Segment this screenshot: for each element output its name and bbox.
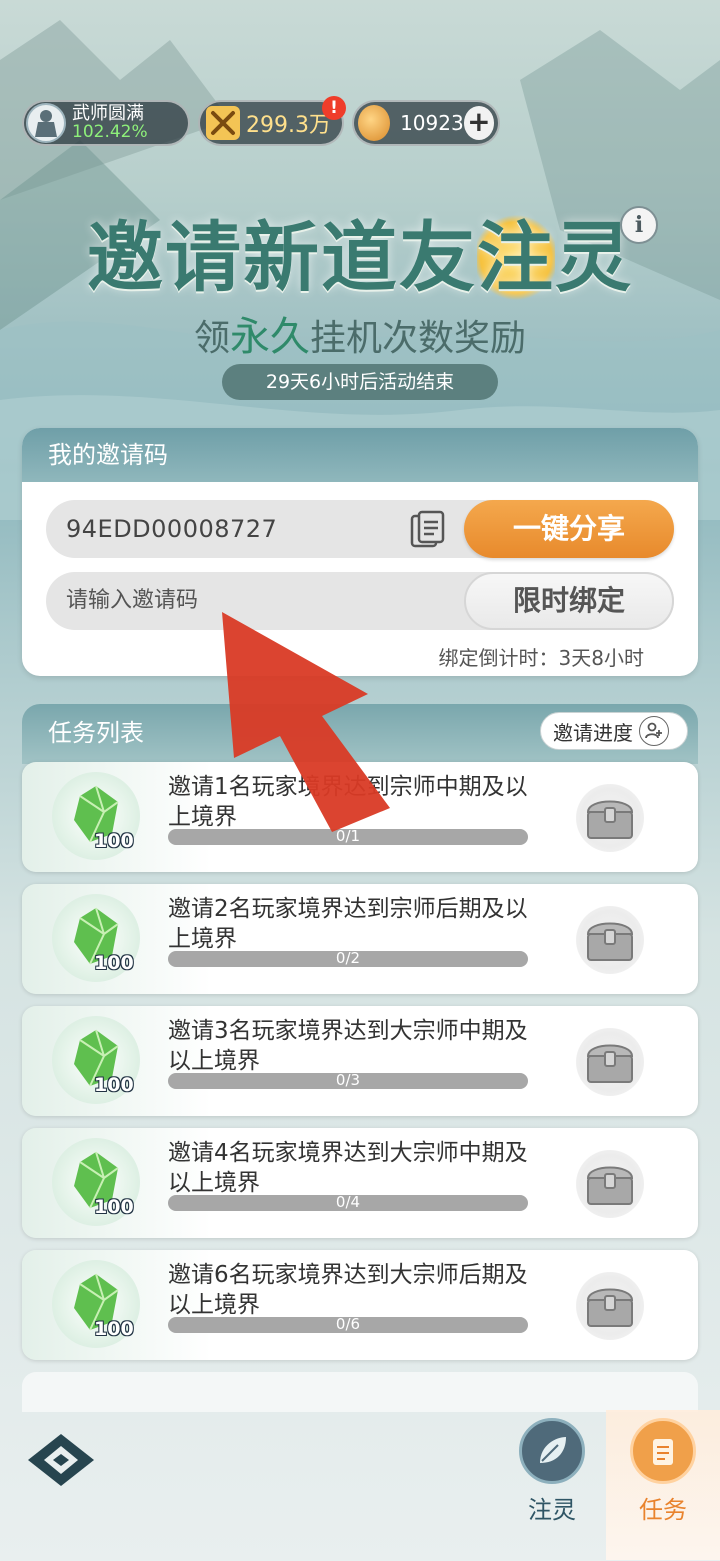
reward-quantity: 100 xyxy=(94,1318,134,1340)
crossed-swords-icon xyxy=(206,106,240,140)
subtitle-end: 挂机次数奖励 xyxy=(310,318,527,359)
reward-quantity: 100 xyxy=(94,1074,134,1096)
next-task-item-partial xyxy=(22,1372,698,1412)
task-section-title: 任务列表 xyxy=(48,719,144,747)
task-progress-bar: 0/6 xyxy=(168,1315,528,1333)
task-progress-bar: 0/2 xyxy=(168,949,528,967)
currency-badge: 10923 + xyxy=(352,100,500,146)
reward-quantity: 100 xyxy=(94,830,134,852)
task-description: 邀请3名玩家境界达到大宗师中期及以上境界 xyxy=(168,1018,528,1074)
task-progress-text: 0/6 xyxy=(335,1315,361,1333)
reward-quantity: 100 xyxy=(94,952,134,974)
scroll-icon xyxy=(630,1418,696,1484)
my-code-field: 94EDD00008727 一键分享 xyxy=(46,500,674,558)
reward-quantity: 100 xyxy=(94,1196,134,1218)
invite-section-title: 我的邀请码 xyxy=(22,428,698,482)
combat-power-value: 299.3万 xyxy=(246,113,331,138)
treasure-chest-icon[interactable] xyxy=(576,1272,644,1340)
app-logo-icon[interactable] xyxy=(24,1430,98,1490)
currency-value: 10923 xyxy=(400,111,464,135)
treasure-chest-icon[interactable] xyxy=(576,784,644,852)
invite-progress-label: 邀请进度 xyxy=(553,720,633,745)
title-main: 邀请新道友 xyxy=(87,213,477,302)
add-currency-button[interactable]: + xyxy=(463,106,494,140)
my-invite-code: 94EDD00008727 xyxy=(66,515,278,543)
task-progress-text: 0/4 xyxy=(335,1193,361,1211)
task-description: 邀请6名玩家境界达到大宗师后期及以上境界 xyxy=(168,1262,528,1318)
task-item: 100 邀请6名玩家境界达到大宗师后期及以上境界 0/6 xyxy=(22,1250,698,1360)
bind-button[interactable]: 限时绑定 xyxy=(464,572,674,630)
event-countdown: 29天6小时后活动结束 xyxy=(222,364,498,400)
add-user-icon xyxy=(639,716,669,746)
realm-name: 武师圆满 xyxy=(72,103,144,124)
nav-label: 注灵 xyxy=(528,1496,576,1524)
task-item: 100 邀请3名玩家境界达到大宗师中期及以上境界 0/3 xyxy=(22,1006,698,1116)
task-progress-bar: 0/3 xyxy=(168,1071,528,1089)
share-button[interactable]: 一键分享 xyxy=(464,500,674,558)
pointer-arrow-icon xyxy=(222,612,390,832)
nav-tab-infuse[interactable]: 注灵 xyxy=(506,1410,598,1560)
subtitle-start: 领 xyxy=(193,318,230,359)
treasure-chest-icon[interactable] xyxy=(576,1028,644,1096)
task-description: 邀请4名玩家境界达到大宗师中期及以上境界 xyxy=(168,1140,528,1196)
invite-progress-button[interactable]: 邀请进度 xyxy=(540,712,688,750)
title-highlight: 注 xyxy=(477,213,555,302)
coin-icon xyxy=(358,105,391,141)
power-alert-icon: ! xyxy=(322,96,346,120)
copy-icon[interactable] xyxy=(410,510,446,550)
subtitle-emphasis: 永久 xyxy=(230,314,310,360)
task-item: 100 邀请4名玩家境界达到大宗师中期及以上境界 0/4 xyxy=(22,1128,698,1238)
character-avatar-icon xyxy=(26,103,66,143)
info-button[interactable]: i xyxy=(620,206,658,244)
nav-label: 任务 xyxy=(639,1496,687,1524)
task-progress-text: 0/3 xyxy=(335,1071,361,1089)
bind-countdown: 绑定倒计时：3天8小时 xyxy=(438,646,644,670)
realm-badge[interactable]: 武师圆满 102.42% xyxy=(22,100,190,146)
nav-tab-tasks[interactable]: 任务 xyxy=(606,1410,720,1560)
leaf-icon xyxy=(519,1418,585,1484)
treasure-chest-icon[interactable] xyxy=(576,1150,644,1218)
task-progress-bar: 0/4 xyxy=(168,1193,528,1211)
task-progress-text: 0/2 xyxy=(335,949,361,967)
task-item: 100 邀请2名玩家境界达到宗师后期及以上境界 0/2 xyxy=(22,884,698,994)
invite-code-placeholder: 请输入邀请码 xyxy=(66,588,199,613)
realm-percent: 102.42% xyxy=(72,122,148,142)
page-title: 邀请新道友注灵 xyxy=(0,196,720,306)
page-subtitle: 领永久挂机次数奖励 xyxy=(0,304,720,362)
task-description: 邀请2名玩家境界达到宗师后期及以上境界 xyxy=(168,896,528,952)
treasure-chest-icon[interactable] xyxy=(576,906,644,974)
